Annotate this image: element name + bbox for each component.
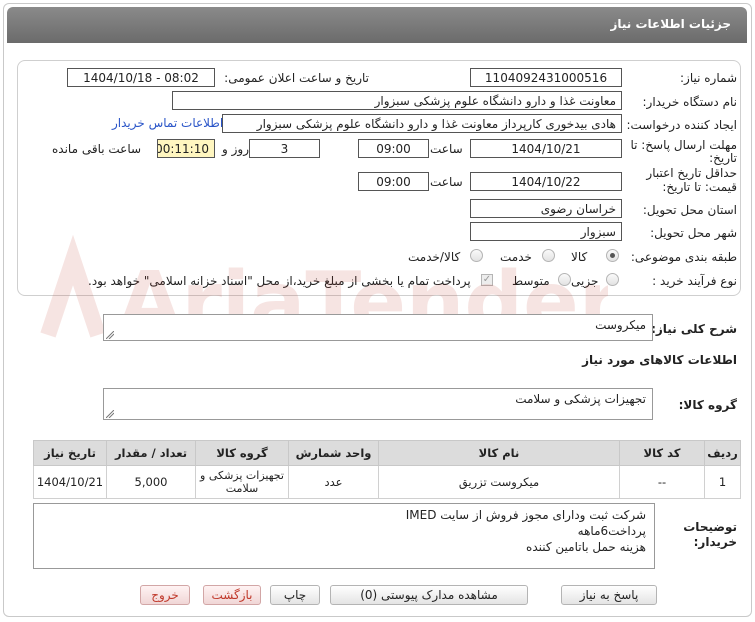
resize-grip-icon[interactable] bbox=[106, 410, 114, 418]
treasury-payment-checkbox[interactable]: ✓ bbox=[481, 274, 493, 286]
buyer-field: معاونت غذا و دارو دانشگاه علوم پزشکی سبز… bbox=[172, 91, 622, 110]
category-label: طبقه بندی موضوعی: bbox=[630, 250, 737, 264]
resize-grip-icon[interactable] bbox=[106, 331, 114, 339]
deadline-date-field: 1404/10/21 bbox=[470, 139, 622, 158]
cell-name: میکروست تزریق bbox=[378, 465, 620, 499]
treasury-payment-text: پرداخت تمام یا بخشی از مبلغ خرید،از محل … bbox=[88, 274, 471, 288]
col-name: نام کالا bbox=[378, 440, 620, 466]
days-remaining-field: 3 bbox=[249, 139, 320, 158]
print-button[interactable]: چاپ bbox=[270, 585, 320, 605]
buyer-notes-line: پرداخت6ماهه bbox=[577, 524, 646, 538]
table-row: 1 -- میکروست تزریق عدد تجهیزات پزشکی و س… bbox=[33, 465, 741, 499]
process-type-label: نوع فرآیند خرید : bbox=[652, 274, 737, 288]
view-attachments-button[interactable]: مشاهده مدارک پیوستی (0) bbox=[330, 585, 528, 605]
buyer-label: نام دستگاه خریدار: bbox=[642, 95, 738, 109]
col-row: ردیف bbox=[704, 440, 741, 466]
process-medium-label: متوسط bbox=[512, 274, 550, 288]
category-goods-radio[interactable] bbox=[606, 249, 619, 262]
reply-button[interactable]: پاسخ به نیاز bbox=[561, 585, 657, 605]
buyer-notes-line: شرکت ثبت ودارای مجوز فروش از سایت IMED bbox=[405, 508, 646, 522]
general-desc-field: میکروست bbox=[103, 314, 653, 341]
remaining-time-field: 00:11:10 bbox=[157, 139, 215, 158]
validity-time-field: 09:00 bbox=[358, 172, 429, 191]
back-button[interactable]: بازگشت bbox=[203, 585, 261, 605]
category-service-radio[interactable] bbox=[542, 249, 555, 262]
announce-date-field: 1404/10/18 - 08:02 bbox=[67, 68, 215, 87]
cell-code: -- bbox=[619, 465, 705, 499]
buyer-notes-label: توضیحات bbox=[683, 520, 737, 534]
goods-group-label: گروه کالا: bbox=[678, 398, 737, 412]
category-service-label: خدمت bbox=[500, 250, 532, 264]
col-qty: تعداد / مقدار bbox=[106, 440, 196, 466]
cell-qty: 5,000 bbox=[106, 465, 196, 499]
col-group: گروه کالا bbox=[195, 440, 289, 466]
need-number-label: شماره نیاز: bbox=[680, 71, 737, 85]
days-label: روز و bbox=[222, 142, 249, 156]
goods-info-title: اطلاعات کالاهای مورد نیاز bbox=[582, 353, 737, 367]
cell-group: تجهیزات پزشکی و سلامت bbox=[195, 465, 289, 499]
cell-unit: عدد bbox=[288, 465, 379, 499]
items-table: ردیف کد کالا نام کالا واحد شمارش گروه کا… bbox=[33, 440, 741, 499]
need-number-field: 1104092431000516 bbox=[470, 68, 622, 87]
validity-label: حداقل تاریخ اعتبار bbox=[646, 166, 737, 180]
buyer-contact-link[interactable]: اطلاعات تماس خریدار bbox=[112, 116, 223, 130]
city-label: شهر محل تحویل: bbox=[650, 226, 737, 240]
process-small-radio[interactable] bbox=[606, 273, 619, 286]
process-medium-radio[interactable] bbox=[558, 273, 571, 286]
buyer-notes-label-2: خریدار: bbox=[693, 535, 737, 549]
page-header: جزئیات اطلاعات نیاز bbox=[7, 7, 747, 43]
remaining-time-label: ساعت باقی مانده bbox=[52, 142, 142, 156]
creator-field: هادی بیدخوری کارپرداز معاونت غذا و دارو … bbox=[222, 114, 622, 133]
general-desc-value: میکروست bbox=[595, 318, 646, 332]
col-unit: واحد شمارش bbox=[288, 440, 379, 466]
col-date: تاریخ نیاز bbox=[33, 440, 107, 466]
goods-group-value: تجهیزات پزشکی و سلامت bbox=[515, 392, 646, 406]
province-field: خراسان رضوی bbox=[470, 199, 622, 218]
category-goods-label: کالا bbox=[571, 250, 588, 264]
buyer-notes-field: شرکت ثبت ودارای مجوز فروش از سایت IMED پ… bbox=[33, 503, 655, 569]
category-goods-service-label: کالا/خدمت bbox=[408, 250, 461, 264]
province-label: استان محل تحویل: bbox=[642, 203, 737, 217]
deadline-label-date: تاریخ: bbox=[709, 151, 737, 165]
goods-group-field: تجهیزات پزشکی و سلامت bbox=[103, 388, 653, 420]
validity-date-field: 1404/10/22 bbox=[470, 172, 622, 191]
deadline-time-label: ساعت bbox=[430, 142, 463, 156]
cell-row: 1 bbox=[704, 465, 741, 499]
page-title: جزئیات اطلاعات نیاز bbox=[610, 17, 731, 31]
creator-label: ایجاد کننده درخواست: bbox=[626, 118, 737, 132]
category-goods-service-radio[interactable] bbox=[470, 249, 483, 262]
validity-time-label: ساعت bbox=[430, 175, 463, 189]
cell-date: 1404/10/21 bbox=[33, 465, 107, 499]
validity-label-date: قیمت: تا تاریخ: bbox=[662, 180, 737, 194]
city-field: سبزوار bbox=[470, 222, 622, 241]
col-code: کد کالا bbox=[619, 440, 705, 466]
deadline-label: مهلت ارسال پاسخ: تا bbox=[630, 138, 737, 152]
announce-date-label: تاریخ و ساعت اعلان عمومی: bbox=[224, 71, 369, 85]
items-table-header: ردیف کد کالا نام کالا واحد شمارش گروه کا… bbox=[33, 440, 741, 466]
process-small-label: جزیی bbox=[571, 274, 599, 288]
exit-button[interactable]: خروج bbox=[140, 585, 190, 605]
deadline-time-field: 09:00 bbox=[358, 139, 429, 158]
buyer-notes-line: هزینه حمل باتامین کننده bbox=[526, 540, 646, 554]
general-desc-label: شرح کلی نیاز: bbox=[651, 322, 737, 336]
